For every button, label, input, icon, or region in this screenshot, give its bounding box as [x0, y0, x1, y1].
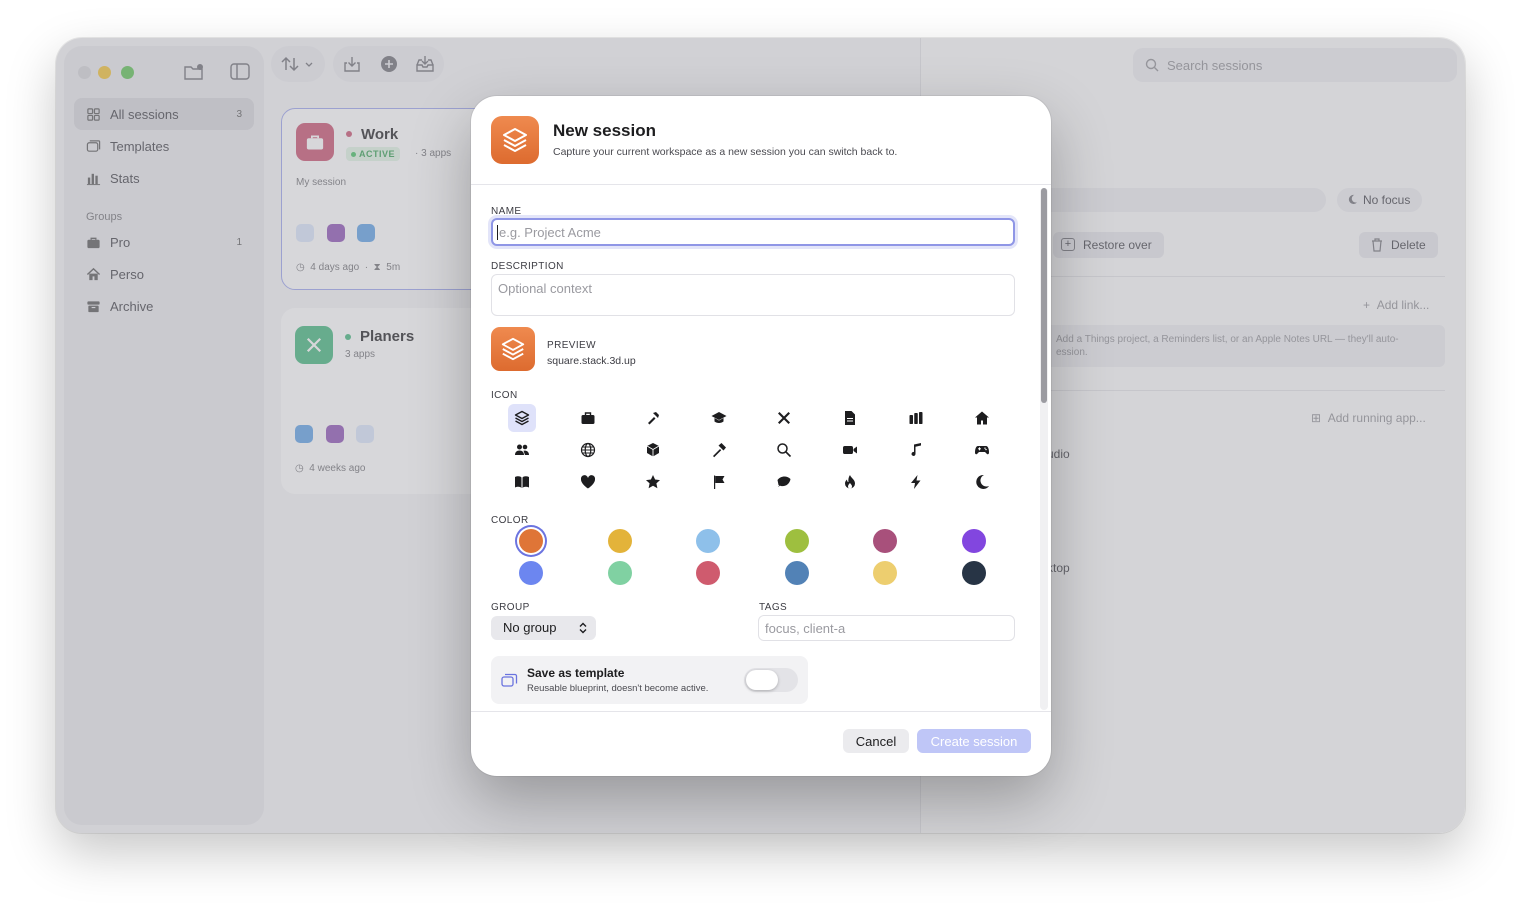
color-swatch[interactable]	[696, 529, 720, 553]
save-as-template-row: Save as template Reusable blueprint, doe…	[491, 656, 808, 704]
document-icon	[845, 411, 855, 425]
cancel-button[interactable]: Cancel	[843, 729, 909, 753]
book-icon	[515, 476, 529, 488]
tags-placeholder: focus, client-a	[765, 620, 846, 636]
template-icon	[501, 673, 518, 687]
star-icon	[646, 475, 660, 489]
color-swatch[interactable]	[608, 529, 632, 553]
icon-option-flame[interactable]	[836, 468, 864, 496]
icon-option-graduation-cap[interactable]	[705, 404, 733, 432]
video-icon	[843, 446, 857, 454]
icon-option-gamepad[interactable]	[968, 436, 996, 464]
icon-option-hammer-tool[interactable]	[705, 436, 733, 464]
house-icon	[975, 411, 989, 425]
scrollbar-thumb[interactable]	[1041, 188, 1047, 403]
people-icon	[515, 444, 529, 455]
text-caret	[497, 224, 498, 240]
dialog-footer: Cancel Create session	[471, 711, 1051, 776]
icon-option-globe[interactable]	[574, 436, 602, 464]
dialog-subtitle: Capture your current workspace as a new …	[553, 146, 898, 158]
color-swatch[interactable]	[608, 561, 632, 585]
group-value: No group	[503, 620, 557, 635]
group-select[interactable]: No group	[491, 616, 596, 640]
flag-icon	[714, 475, 725, 489]
icon-option-document[interactable]	[836, 404, 864, 432]
dialog-logo	[491, 116, 539, 164]
template-subtitle: Reusable blueprint, doesn't become activ…	[527, 683, 709, 694]
description-field[interactable]: Optional context	[491, 274, 1015, 316]
globe-icon	[580, 442, 596, 458]
gamepad-icon	[975, 446, 989, 455]
magnifier-icon	[777, 443, 792, 458]
icon-option-magnifier[interactable]	[770, 436, 798, 464]
toggle-knob	[746, 670, 778, 690]
icon-option-music-note[interactable]	[902, 436, 930, 464]
flame-icon	[845, 475, 855, 489]
template-toggle[interactable]	[744, 668, 798, 692]
icon-label: ICON	[491, 390, 518, 401]
dialog-header: New session Capture your current workspa…	[471, 96, 1051, 185]
color-label: COLOR	[491, 515, 529, 526]
icon-option-book[interactable]	[508, 468, 536, 496]
music-note-icon	[911, 443, 921, 456]
icon-option-house[interactable]	[968, 404, 996, 432]
tags-label: TAGS	[759, 602, 788, 613]
icon-option-video[interactable]	[836, 436, 864, 464]
tags-field[interactable]: focus, client-a	[758, 615, 1015, 641]
color-swatch[interactable]	[873, 529, 897, 553]
hammer-icon	[648, 412, 659, 425]
moon-icon	[976, 474, 989, 489]
icon-option-leaf[interactable]	[770, 468, 798, 496]
dialog-scrollbar[interactable]	[1040, 188, 1048, 710]
color-swatch[interactable]	[785, 529, 809, 553]
dialog-title: New session	[553, 121, 656, 140]
icon-option-flag[interactable]	[705, 468, 733, 496]
heart-icon	[580, 475, 596, 489]
new-session-dialog: New session Capture your current workspa…	[471, 96, 1051, 776]
description-placeholder: Optional context	[498, 281, 592, 296]
bolt-icon	[911, 475, 921, 489]
icon-option-bolt[interactable]	[902, 468, 930, 496]
color-swatch[interactable]	[696, 561, 720, 585]
icon-option-tools[interactable]	[770, 404, 798, 432]
briefcase-icon	[581, 412, 595, 424]
name-label: NAME	[491, 206, 522, 217]
name-placeholder: e.g. Project Acme	[499, 224, 601, 240]
icon-option-hammer[interactable]	[639, 404, 667, 432]
icon-option-layers[interactable]	[508, 404, 536, 432]
color-swatch[interactable]	[962, 561, 986, 585]
dialog-body: NAME e.g. Project Acme DESCRIPTION Optio…	[471, 185, 1051, 711]
layers-icon	[501, 337, 525, 361]
group-label: GROUP	[491, 602, 530, 613]
color-swatch[interactable]	[519, 529, 543, 553]
icon-option-moon[interactable]	[968, 468, 996, 496]
icon-option-star[interactable]	[639, 468, 667, 496]
layers-icon	[514, 410, 530, 426]
preview-icon	[491, 327, 535, 371]
color-swatch[interactable]	[519, 561, 543, 585]
template-title: Save as template	[527, 666, 625, 680]
color-swatch[interactable]	[962, 529, 986, 553]
icon-option-people[interactable]	[508, 436, 536, 464]
icon-option-cube[interactable]	[639, 436, 667, 464]
icon-option-chart-bars[interactable]	[902, 404, 930, 432]
preview-label: PREVIEW	[547, 340, 596, 351]
preview-symbol: square.stack.3d.up	[547, 355, 636, 367]
chart-bars-icon	[909, 412, 923, 424]
create-session-button[interactable]: Create session	[917, 729, 1031, 753]
icon-option-briefcase[interactable]	[574, 404, 602, 432]
color-swatch[interactable]	[873, 561, 897, 585]
icon-option-heart[interactable]	[574, 468, 602, 496]
hammer-tool-icon	[713, 443, 726, 458]
layers-icon	[503, 128, 527, 152]
name-field[interactable]: e.g. Project Acme	[491, 218, 1015, 246]
color-swatch[interactable]	[785, 561, 809, 585]
chevron-up-down-icon	[579, 622, 587, 634]
leaf-icon	[777, 476, 791, 487]
graduation-cap-icon	[711, 412, 727, 423]
description-label: DESCRIPTION	[491, 261, 564, 272]
cube-icon	[646, 443, 660, 457]
tools-icon	[778, 412, 790, 424]
